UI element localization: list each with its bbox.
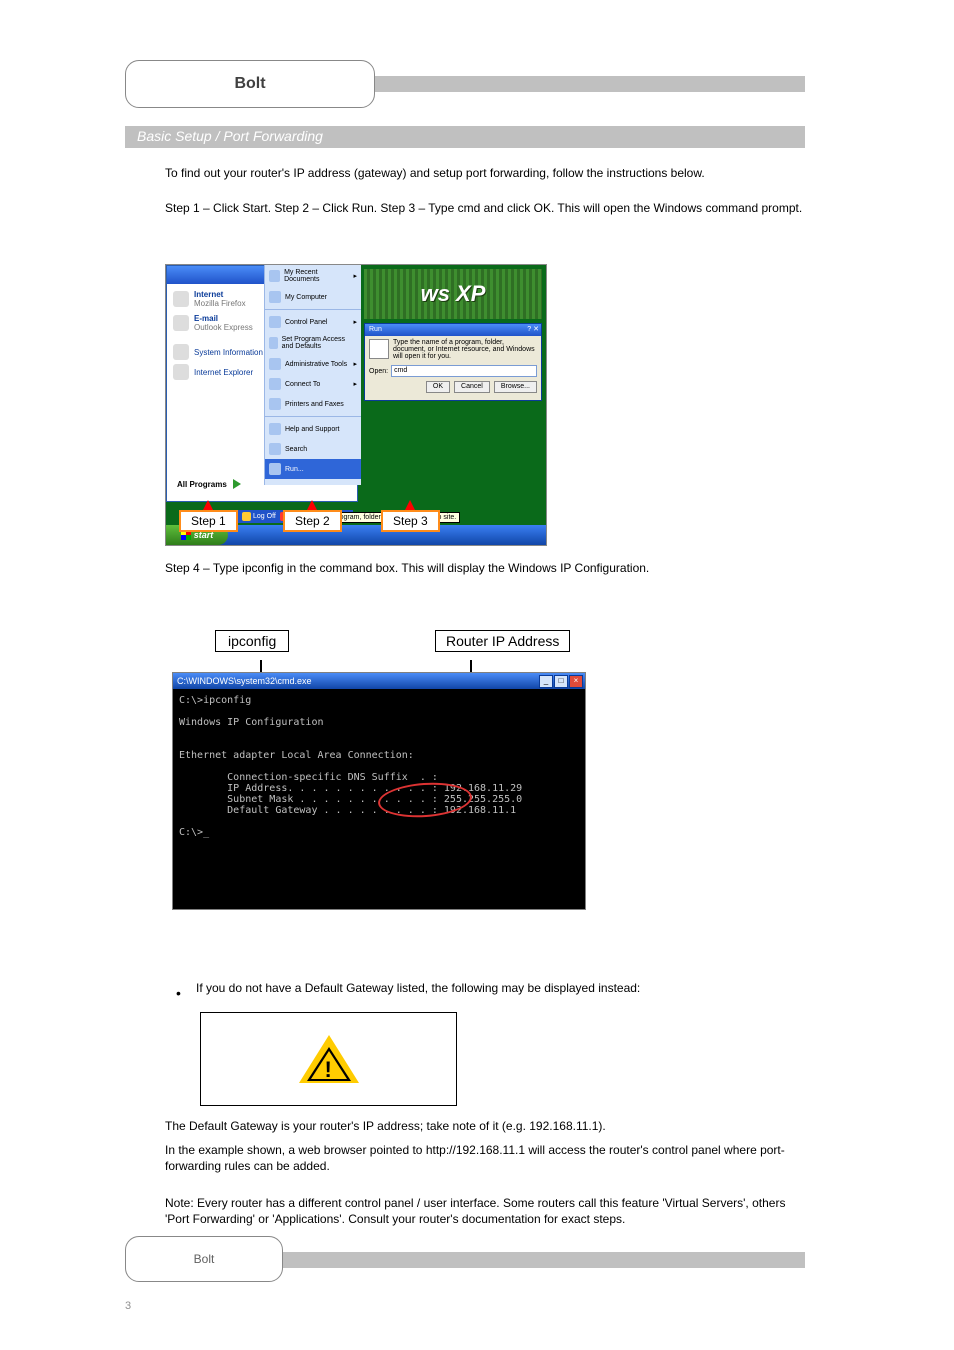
pinned-title: Internet: [194, 290, 223, 299]
ipconfig-callout-label: ipconfig: [215, 630, 289, 652]
run-dialog: Run ? ✕ Type the name of a program, fold…: [364, 323, 542, 401]
screenshot-cmd: C:\WINDOWS\system32\cmd.exe _ □ × C:\>ip…: [172, 672, 586, 910]
cmd-window-buttons[interactable]: _ □ ×: [539, 675, 585, 688]
step1-label: Step 1: [179, 510, 238, 532]
run-icon: [369, 339, 389, 359]
cmd-close-icon[interactable]: ×: [569, 675, 583, 688]
step2-arrow-icon: [307, 500, 317, 510]
note-paragraph-3: Note: Every router has a different contr…: [165, 1195, 805, 1227]
xp-logo: ws XP: [364, 269, 542, 319]
steps-1-2-3-paragraph: Step 1 – Click Start. Step 2 – Click Run…: [165, 200, 805, 216]
all-programs[interactable]: All Programs: [177, 479, 241, 489]
run-open-label: Open:: [369, 368, 388, 375]
sec-help[interactable]: Help and Support: [265, 419, 361, 439]
cmd-output: C:\>ipconfig Windows IP Configuration Et…: [179, 695, 585, 838]
step3-label: Step 3: [381, 510, 440, 532]
router-ip-callout-label: Router IP Address: [435, 630, 570, 652]
section-subtitle-bar: Basic Setup / Port Forwarding: [125, 126, 805, 148]
intro-paragraph: To find out your router's IP address (ga…: [165, 165, 805, 181]
run-desc: Type the name of a program, folder, docu…: [393, 339, 537, 360]
section-title-top: Bolt: [125, 60, 375, 108]
sec-search[interactable]: Search: [265, 439, 361, 459]
run-browse-button[interactable]: Browse...: [494, 381, 537, 393]
note-paragraph-2: In the example shown, a web browser poin…: [165, 1142, 805, 1174]
run-cancel-button[interactable]: Cancel: [454, 381, 490, 393]
cmd-min-icon[interactable]: _: [539, 675, 553, 688]
firefox-icon: [173, 291, 189, 307]
sec-run[interactable]: Run...: [265, 459, 361, 479]
pinned-sub: Mozilla Firefox: [194, 299, 246, 308]
start-menu-right: My Recent Documents▸ My Computer Control…: [264, 265, 361, 485]
run-title: Run: [369, 324, 382, 336]
run-open-input[interactable]: cmd: [391, 365, 537, 377]
section-title-bottom: Bolt: [125, 1236, 283, 1282]
step2-label: Step 2: [283, 510, 342, 532]
bullet-text: If you do not have a Default Gateway lis…: [196, 981, 796, 995]
warning-triangle-icon: !: [299, 1035, 359, 1083]
note-paragraph-1: The Default Gateway is your router's IP …: [165, 1118, 805, 1134]
outlook-icon: [173, 315, 189, 331]
step3-arrow-icon: [405, 500, 415, 510]
sec-printers[interactable]: Printers and Faxes: [265, 394, 361, 414]
cmd-max-icon[interactable]: □: [554, 675, 568, 688]
all-programs-arrow-icon: [233, 479, 241, 489]
bullet-glyph: •: [176, 985, 181, 1001]
sysinfo-icon: [173, 344, 189, 360]
screenshot-start-menu: ws XP Internet Mozilla Firefox E-mail Ou…: [165, 264, 547, 546]
ie-icon: [173, 364, 189, 380]
run-ok-button[interactable]: OK: [426, 381, 450, 393]
step1-arrow-icon: [203, 500, 213, 510]
sec-connect[interactable]: Connect To▸: [265, 374, 361, 394]
cmd-title: C:\WINDOWS\system32\cmd.exe: [177, 676, 312, 686]
sec-spad[interactable]: Set Program Access and Defaults: [265, 332, 361, 354]
sec-mycomputer[interactable]: My Computer: [265, 287, 361, 307]
sec-controlpanel[interactable]: Control Panel▸: [265, 312, 361, 332]
sec-admin[interactable]: Administrative Tools▸: [265, 354, 361, 374]
step4-paragraph: Step 4 – Type ipconfig in the command bo…: [165, 560, 805, 576]
run-titlebar-icons: ? ✕: [527, 324, 541, 336]
sec-recent[interactable]: My Recent Documents▸: [265, 265, 361, 287]
page-number: 3: [125, 1300, 131, 1312]
warning-icon-box: !: [200, 1012, 457, 1106]
section-subtitle: Basic Setup / Port Forwarding: [137, 128, 323, 144]
